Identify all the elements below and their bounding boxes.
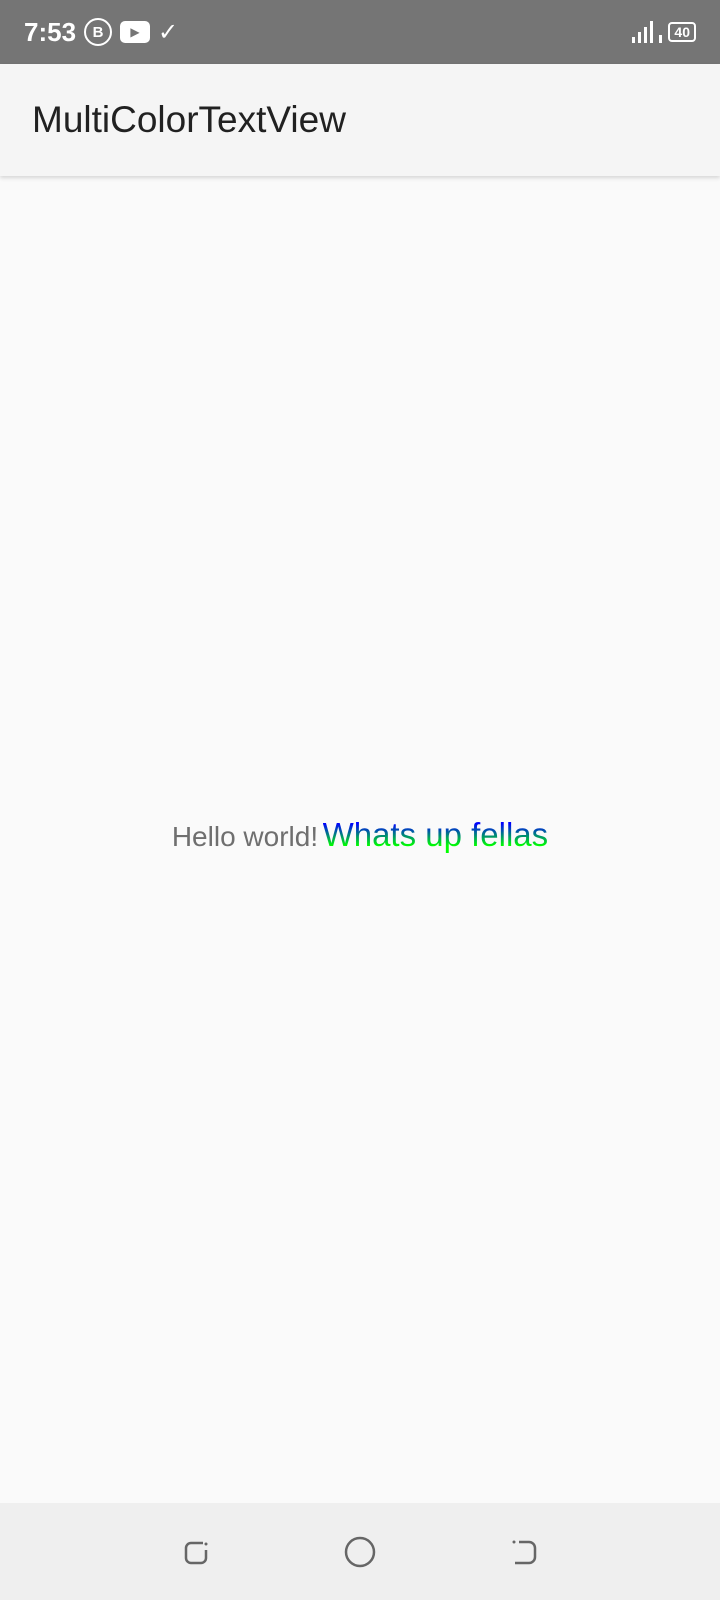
recents-button[interactable] (179, 1535, 213, 1569)
plain-text: Hello world! (171, 821, 319, 852)
navigation-bar (0, 1503, 720, 1600)
page-title: MultiColorTextView (32, 99, 346, 140)
multicolor-text-view: Hello world! Whats up fellas (0, 816, 720, 854)
back-button[interactable] (507, 1535, 541, 1569)
check-icon: ✓ (158, 18, 179, 46)
battery-icon: 40 (668, 22, 696, 42)
signal-icon (632, 21, 663, 43)
home-button[interactable] (343, 1535, 377, 1569)
app-bar: MultiColorTextView (0, 64, 720, 176)
status-time: 7:53 (24, 16, 77, 47)
youtube-icon: ▶ (120, 21, 151, 43)
status-bar: 7:53 B ▶ ✓ 40 (0, 0, 720, 64)
gradient-text: Whats up fellas (322, 816, 549, 853)
whatsapp-business-icon: B (84, 18, 113, 46)
